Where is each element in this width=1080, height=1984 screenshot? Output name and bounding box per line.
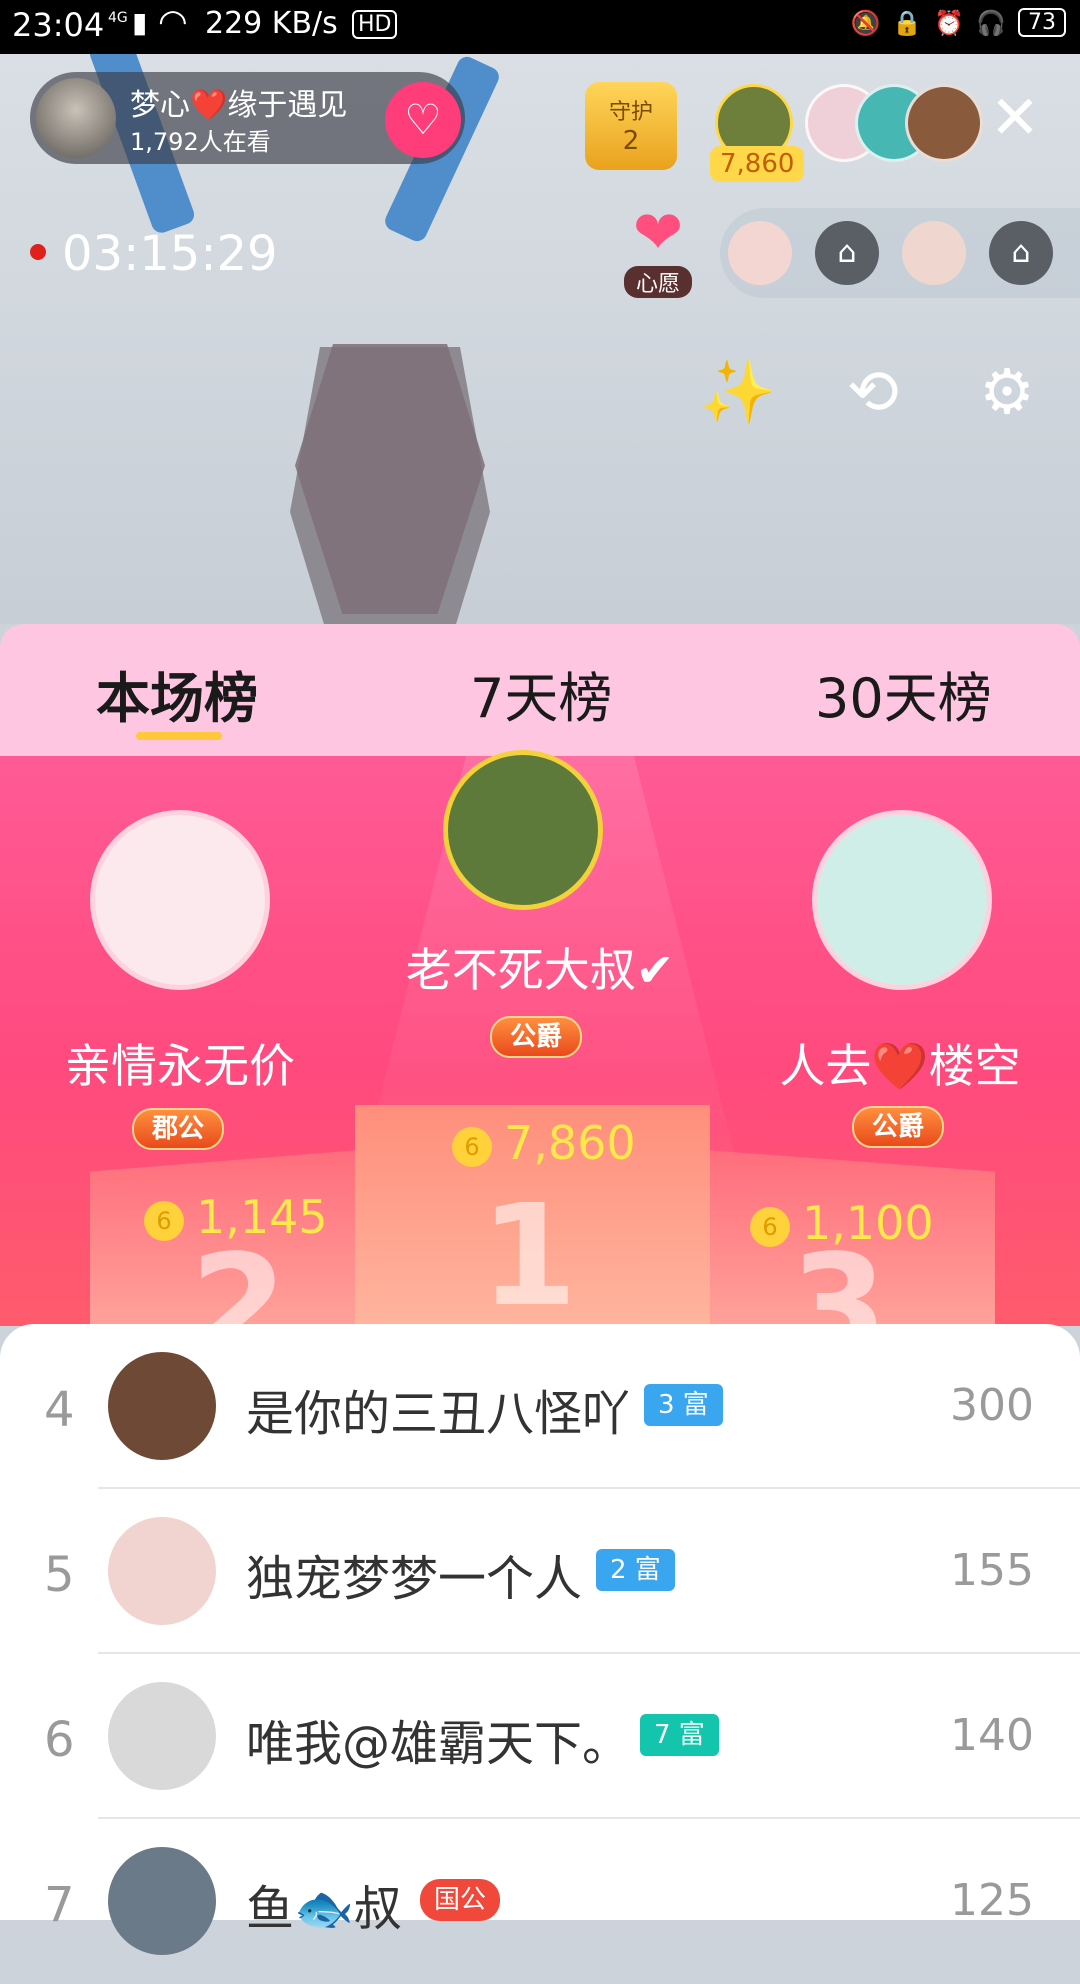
list-item[interactable]: 5 独宠梦梦一个人 2 富 155 — [0, 1489, 1080, 1654]
top-coin-count: 7,860 — [710, 146, 805, 182]
ranking-list: 4 是你的三丑八怪吖 3 富 300 5 独宠梦梦一个人 2 富 155 6 唯… — [0, 1324, 1080, 1955]
status-time: 23:04 — [12, 6, 105, 44]
close-icon: ✕ — [989, 83, 1041, 153]
second-place-rank-badge: 郡公 — [132, 1108, 225, 1150]
host-name: 梦心❤️缘于遇见 — [130, 88, 348, 123]
list-rank: 6 — [44, 1712, 75, 1768]
live-timer: 03:15:29 — [62, 226, 278, 282]
list-rank: 7 — [44, 1877, 75, 1933]
third-place-avatar[interactable] — [812, 810, 992, 990]
viewer-avatar[interactable] — [905, 84, 983, 162]
first-place-score-value: 7,860 — [504, 1116, 636, 1170]
guest-avatar[interactable] — [728, 221, 792, 285]
alarm-icon: ⏰ — [934, 8, 965, 37]
first-place-score: 6 7,860 — [452, 1116, 636, 1170]
list-score: 125 — [950, 1875, 1034, 1926]
list-item[interactable]: 6 唯我@雄霸天下。 7 富 140 — [0, 1654, 1080, 1819]
guest-avatar[interactable] — [902, 221, 966, 285]
list-item[interactable]: 7 鱼🐟叔 国公 125 — [0, 1819, 1080, 1984]
third-place-score-value: 1,100 — [802, 1196, 934, 1250]
empty-seat-icon[interactable]: ⌂ — [989, 221, 1053, 285]
list-rank: 5 — [44, 1547, 75, 1603]
first-place-rank-badge: 公爵 — [490, 1016, 583, 1058]
guest-seats: ⌂ ⌂ — [720, 208, 1080, 298]
third-place-score: 6 1,100 — [750, 1196, 934, 1250]
level-badge: 2 富 — [596, 1549, 675, 1591]
first-place-name: 老不死大叔✔ — [405, 943, 675, 997]
wish-button[interactable]: ❤ 心愿 — [608, 198, 708, 298]
list-rank: 4 — [44, 1382, 75, 1438]
hd-icon: HD — [352, 10, 398, 39]
tab-7-days[interactable]: 7天榜 — [470, 654, 612, 733]
list-username: 独宠梦梦一个人 — [246, 1551, 583, 1607]
level-badge: 7 富 — [640, 1714, 719, 1756]
tab-30-days[interactable]: 30天榜 — [815, 654, 992, 733]
list-item[interactable]: 4 是你的三丑八怪吖 3 富 300 — [0, 1324, 1080, 1489]
switch-camera-icon[interactable]: ⟲ — [833, 352, 913, 432]
second-place-score: 6 1,145 — [144, 1190, 328, 1244]
follow-button[interactable]: ♡ — [385, 82, 461, 158]
first-place-avatar[interactable] — [443, 750, 603, 910]
tab-current-session[interactable]: 本场榜 — [96, 654, 258, 733]
avatar[interactable] — [108, 1352, 216, 1460]
network-label: 4G — [108, 10, 128, 26]
avatar[interactable] — [108, 1682, 216, 1790]
wish-heart-icon: ❤ — [632, 198, 684, 268]
empty-seat-icon[interactable]: ⌂ — [815, 221, 879, 285]
list-score: 300 — [950, 1380, 1034, 1431]
signal-icon: ▮ — [132, 6, 148, 39]
guard-badge[interactable]: 守护 2 — [585, 82, 677, 170]
close-button[interactable]: ✕ — [985, 88, 1045, 148]
status-icons: 🔕 🔒 ⏰ 🎧 73 — [850, 8, 1066, 37]
mute-icon: 🔕 — [850, 8, 881, 37]
list-score: 140 — [950, 1710, 1034, 1761]
avatar[interactable] — [108, 1517, 216, 1625]
status-bar: 23:04 4G ▮ ◠ 229 KB/s HD 🔕 🔒 ⏰ 🎧 73 — [0, 0, 1080, 54]
list-username: 是你的三丑八怪吖 — [246, 1386, 631, 1442]
second-place-name: 亲情永无价 — [65, 1039, 295, 1093]
host-avatar[interactable] — [36, 78, 116, 158]
level-badge: 3 富 — [644, 1384, 723, 1426]
coin-icon: 6 — [144, 1200, 184, 1241]
third-place-rank-badge: 公爵 — [852, 1106, 945, 1148]
second-place-score-value: 1,145 — [196, 1190, 328, 1244]
second-place-avatar[interactable] — [90, 810, 270, 990]
wifi-icon: ◠ — [158, 2, 188, 42]
battery-icon: 73 — [1018, 8, 1066, 37]
active-tab-indicator — [136, 732, 222, 740]
heart-plus-icon: ♡ — [404, 95, 442, 144]
settings-icon[interactable]: ⚙ — [967, 352, 1047, 432]
third-place-name: 人去❤️楼空 — [779, 1039, 1021, 1093]
guard-label: 守护 — [608, 100, 653, 125]
headphones-icon: 🎧 — [976, 8, 1006, 37]
level-badge: 国公 — [420, 1879, 501, 1921]
guard-count: 2 — [622, 126, 640, 156]
podium-number-1: 1 — [480, 1175, 578, 1338]
lock-icon: 🔒 — [892, 8, 923, 37]
network-speed: 229 KB/s — [205, 6, 338, 41]
viewer-count: 1,792人在看 — [130, 128, 271, 156]
recording-dot — [30, 244, 46, 260]
list-username: 鱼🐟叔 — [246, 1881, 402, 1937]
beauty-wand-icon[interactable]: ✨ — [698, 352, 778, 432]
coin-icon: 6 — [452, 1126, 492, 1167]
wish-label: 心愿 — [623, 266, 692, 298]
avatar[interactable] — [108, 1847, 216, 1955]
coin-icon: 6 — [750, 1206, 790, 1247]
list-score: 155 — [950, 1545, 1034, 1596]
list-username: 唯我@雄霸天下。 — [246, 1716, 631, 1772]
